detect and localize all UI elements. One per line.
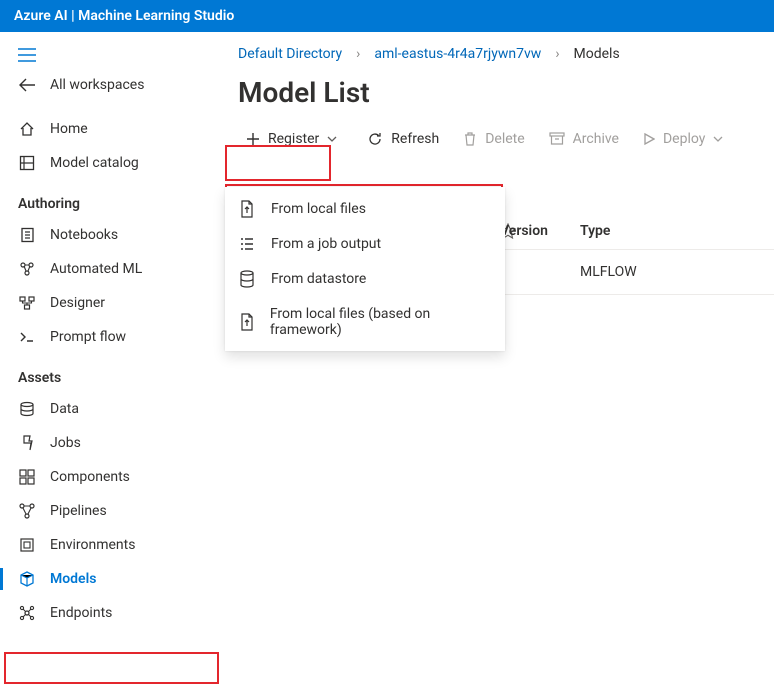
designer-icon	[18, 295, 36, 311]
sidebar-item-pipelines[interactable]: Pipelines	[0, 494, 220, 528]
breadcrumb-directory[interactable]: Default Directory	[238, 46, 342, 62]
refresh-button[interactable]: Refresh	[367, 131, 439, 147]
main-content: Default Directory › aml-eastus-4r4a7rjyw…	[220, 32, 774, 696]
list-icon	[239, 237, 257, 251]
file-upload-icon	[239, 200, 257, 218]
brand-label: Azure AI | Machine Learning Studio	[14, 8, 234, 24]
archive-label: Archive	[573, 131, 619, 147]
dropdown-label: From datastore	[271, 271, 366, 287]
column-version-header[interactable]: Version	[500, 223, 580, 239]
plus-icon	[246, 132, 260, 146]
register-dropdown: From local files From a job output From …	[225, 187, 505, 351]
sidebar-label: Automated ML	[50, 261, 142, 277]
sidebar-label: Pipelines	[50, 503, 107, 519]
dropdown-label: From a job output	[271, 236, 381, 252]
sidebar-section-assets: Assets	[0, 354, 220, 392]
sidebar-label: Notebooks	[50, 227, 118, 243]
deploy-icon	[643, 132, 655, 146]
sidebar-label: Data	[50, 401, 79, 417]
top-bar: Azure AI | Machine Learning Studio	[0, 0, 774, 32]
sidebar-label: Endpoints	[50, 605, 112, 621]
delete-icon	[463, 131, 477, 147]
archive-button[interactable]: Archive	[549, 131, 619, 147]
sidebar-item-endpoints[interactable]: Endpoints	[0, 596, 220, 630]
automl-icon	[18, 261, 36, 277]
pipelines-icon	[18, 503, 36, 519]
sidebar-label: Jobs	[50, 435, 81, 451]
toolbar: Register Refresh Delete Archive Deploy	[232, 127, 774, 159]
file-upload-icon	[239, 313, 256, 331]
hamburger-button[interactable]	[0, 44, 54, 68]
sidebar-item-components[interactable]: Components	[0, 460, 220, 494]
deploy-label: Deploy	[663, 131, 705, 147]
chevron-down-icon	[713, 134, 723, 144]
sidebar: All workspaces Home Model catalog Author…	[0, 32, 220, 696]
sidebar-label: Prompt flow	[50, 329, 126, 345]
register-label: Register	[268, 131, 319, 147]
sidebar-label: Environments	[50, 537, 135, 553]
home-icon	[18, 121, 36, 137]
chevron-right-icon: ›	[356, 46, 360, 62]
refresh-icon	[367, 131, 383, 147]
delete-label: Delete	[485, 131, 524, 147]
delete-button[interactable]: Delete	[463, 131, 524, 147]
column-type-header[interactable]: Type	[580, 223, 774, 239]
catalog-icon	[18, 155, 36, 171]
all-workspaces-label: All workspaces	[50, 77, 144, 93]
jobs-icon	[18, 435, 36, 451]
sidebar-label: Models	[50, 571, 96, 587]
row-version: 1	[500, 264, 580, 280]
notebook-icon	[18, 227, 36, 243]
row-type: MLFLOW	[580, 264, 774, 280]
deploy-button[interactable]: Deploy	[643, 131, 723, 147]
breadcrumb-workspace[interactable]: aml-eastus-4r4a7rjywn7vw	[374, 46, 541, 62]
sidebar-label: Components	[50, 469, 130, 485]
archive-icon	[549, 132, 565, 146]
dropdown-label: From local files	[271, 201, 366, 217]
dropdown-item-local-framework[interactable]: From local files (based on framework)	[225, 297, 505, 347]
sidebar-label: Designer	[50, 295, 105, 311]
prompt-icon	[18, 329, 36, 345]
breadcrumb: Default Directory › aml-eastus-4r4a7rjyw…	[232, 32, 774, 66]
page-title: Model List	[232, 66, 774, 127]
environments-icon	[18, 537, 36, 553]
sidebar-item-automl[interactable]: Automated ML	[0, 252, 220, 286]
datastore-icon	[239, 270, 257, 288]
sidebar-item-environments[interactable]: Environments	[0, 528, 220, 562]
sidebar-item-jobs[interactable]: Jobs	[0, 426, 220, 460]
dropdown-label: From local files (based on framework)	[270, 306, 491, 338]
back-arrow-icon	[18, 78, 36, 92]
components-icon	[18, 469, 36, 485]
register-button[interactable]: Register	[240, 127, 343, 151]
dropdown-item-local-files[interactable]: From local files	[225, 191, 505, 227]
data-icon	[18, 401, 36, 417]
sidebar-section-authoring: Authoring	[0, 180, 220, 218]
refresh-label: Refresh	[391, 131, 439, 147]
dropdown-item-datastore[interactable]: From datastore	[225, 261, 505, 297]
dropdown-item-job-output[interactable]: From a job output	[225, 227, 505, 261]
sidebar-item-prompt-flow[interactable]: Prompt flow	[0, 320, 220, 354]
all-workspaces-link[interactable]: All workspaces	[0, 68, 220, 102]
sidebar-item-notebooks[interactable]: Notebooks	[0, 218, 220, 252]
sidebar-item-model-catalog[interactable]: Model catalog	[0, 146, 220, 180]
models-icon	[18, 571, 36, 587]
chevron-right-icon: ›	[555, 46, 559, 62]
sidebar-item-data[interactable]: Data	[0, 392, 220, 426]
chevron-down-icon	[327, 134, 337, 144]
sidebar-label: Home	[50, 121, 88, 137]
sidebar-item-designer[interactable]: Designer	[0, 286, 220, 320]
sidebar-item-home[interactable]: Home	[0, 112, 220, 146]
sidebar-label: Model catalog	[50, 155, 139, 171]
breadcrumb-current: Models	[574, 46, 620, 62]
sidebar-item-models[interactable]: Models	[0, 562, 220, 596]
endpoints-icon	[18, 605, 36, 621]
